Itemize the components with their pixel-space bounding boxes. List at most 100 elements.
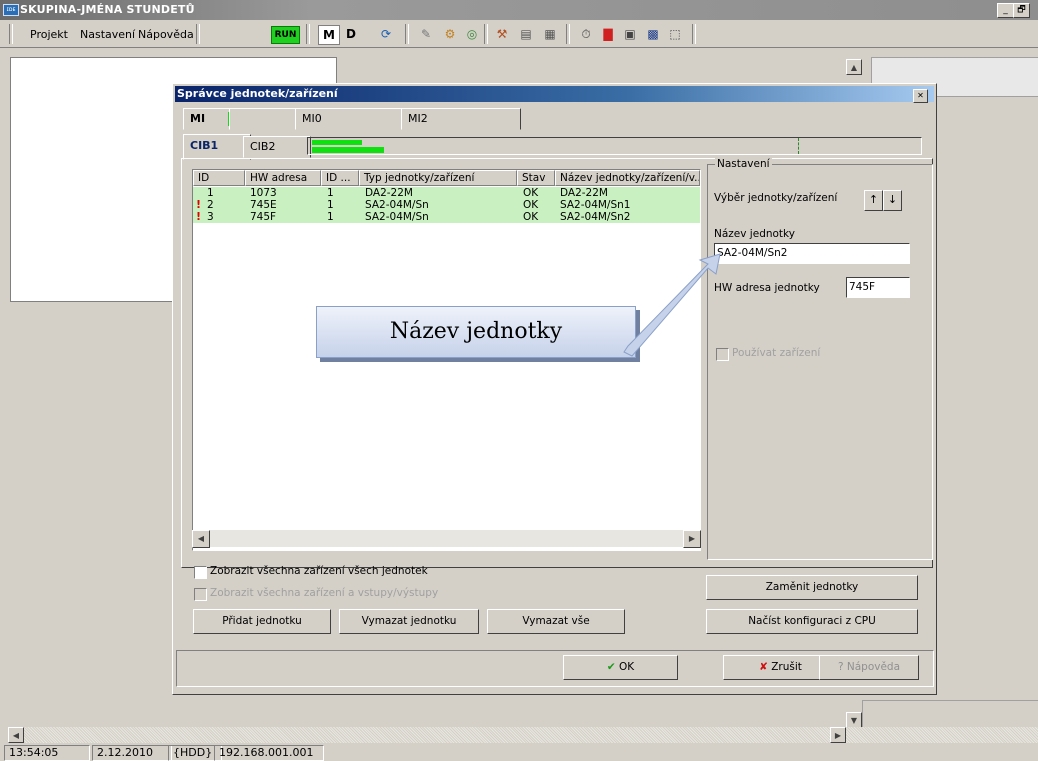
menu-projekt[interactable]: Projekt — [30, 28, 68, 41]
tab-mi2[interactable]: MI2 — [401, 108, 521, 130]
tab-empty[interactable] — [229, 108, 303, 130]
list-horizontal-scrollbar[interactable]: ◀ ▶ — [192, 530, 701, 548]
settings-legend: Nastavení — [715, 158, 772, 170]
show-all-io-label: Zobrazit všechna zařízení a vstupy/výstu… — [210, 587, 439, 599]
cell-name: DA2-22M — [560, 187, 608, 199]
tools-icon[interactable]: ⚒ — [492, 25, 512, 43]
arrow-down-icon[interactable]: ↓ — [883, 190, 902, 211]
callout-arrow — [623, 253, 721, 357]
separator — [484, 24, 488, 44]
menu-nastaveni[interactable]: Nastavení — [80, 28, 135, 41]
main-horizontal-scrollbar[interactable] — [8, 727, 1038, 743]
minimize-button[interactable]: _ — [997, 3, 1014, 18]
scroll-down-icon[interactable]: ▼ — [846, 712, 862, 728]
arrow-up-icon[interactable]: ↑ — [864, 190, 883, 211]
cell-hw: 745E — [250, 199, 277, 211]
chart-icon[interactable]: ▇ — [598, 25, 618, 43]
close-icon[interactable]: ✕ — [913, 89, 928, 103]
status-indicator — [312, 140, 362, 145]
cell-id: 1 — [207, 187, 214, 199]
scroll-right-icon[interactable]: ▶ — [683, 530, 701, 548]
cell-id2: 1 — [327, 199, 334, 211]
monitor-icon[interactable]: ▩ — [643, 25, 663, 43]
m-button[interactable]: M — [318, 25, 340, 45]
check-icon: ✔ — [606, 661, 616, 673]
refresh-icon[interactable]: ⟳ — [376, 25, 396, 43]
add-unit-button[interactable]: Přidat jednotku — [193, 609, 331, 634]
warning-icon: ! — [196, 210, 202, 223]
column-header-id[interactable]: ID — [193, 170, 245, 186]
show-all-devices-label: Zobrazit všechna zařízení všech jednotek — [210, 565, 428, 577]
delete-unit-button[interactable]: Vymazat jednotku — [339, 609, 479, 634]
cell-id: 3 — [207, 211, 214, 223]
cell-name: SA2-04M/Sn2 — [560, 211, 631, 223]
callout-text: Název jednotky — [389, 319, 563, 344]
unit-name-label: Název jednotky — [714, 228, 795, 240]
gear-icon[interactable]: ⚙ — [440, 25, 460, 43]
timer-icon[interactable]: ⏱ — [576, 25, 596, 43]
separator — [9, 24, 13, 44]
cell-id2: 1 — [327, 187, 334, 199]
column-header-type[interactable]: Typ jednotky/zařízení — [359, 170, 517, 186]
document-icon[interactable]: ▣ — [620, 25, 640, 43]
restore-button[interactable]: 🗗 — [1013, 3, 1030, 18]
menu-napoveda[interactable]: Nápověda — [138, 28, 194, 41]
scroll-right-icon[interactable]: ▶ — [830, 727, 846, 743]
show-all-io-checkbox[interactable] — [194, 588, 207, 601]
ok-button[interactable]: ✔ OK — [563, 655, 678, 680]
tab-cib2[interactable]: CIB2 — [243, 136, 311, 158]
scroll-up-icon[interactable]: ▲ — [846, 59, 862, 75]
callout-box: Název jednotky — [316, 306, 636, 358]
unit-manager-dialog: Správce jednotek/zařízení ✕ MI MI0 MI2 C… — [172, 83, 937, 695]
delete-all-button[interactable]: Vymazat vše — [487, 609, 625, 634]
dialog-title: Správce jednotek/zařízení ✕ — [175, 86, 934, 103]
unit-name-input[interactable]: SA2-04M/Sn2 — [714, 243, 910, 264]
d-button[interactable]: D — [341, 25, 361, 43]
table-icon[interactable]: ▤ — [516, 25, 536, 43]
cell-id2: 1 — [327, 211, 334, 223]
cell-id: 2 — [207, 199, 214, 211]
cell-hw: 745F — [250, 211, 277, 223]
cell-type: DA2-22M — [365, 187, 413, 199]
scroll-left-icon[interactable]: ◀ — [192, 530, 210, 548]
tab-mi0[interactable]: MI0 — [295, 108, 409, 130]
column-header-id2[interactable]: ID ... — [321, 170, 359, 186]
column-header-name[interactable]: Název jednotky/zařízení/v... — [555, 170, 700, 186]
column-header-hw[interactable]: HW adresa — [245, 170, 321, 186]
table-row[interactable]: ! 3 745F 1 SA2-04M/Sn OK SA2-04M/Sn2 — [193, 211, 700, 223]
callout-arrow-shape — [623, 253, 721, 357]
help-button[interactable]: ? Nápověda — [819, 655, 919, 680]
load-config-button[interactable]: Načíst konfiguraci z CPU — [706, 609, 918, 634]
cursor-icon[interactable]: ⬚ — [665, 25, 685, 43]
scroll-left-icon[interactable]: ◀ — [8, 727, 24, 743]
dialog-title-text: Správce jednotek/zařízení — [177, 87, 338, 100]
app-title-bar: ɪᴅᴇ SKUPINA-JMÉNA STUNDETŮ _ 🗗 — [0, 0, 1038, 20]
cancel-button-label: Zrušit — [771, 661, 802, 673]
separator — [196, 24, 200, 44]
cell-state: OK — [523, 187, 539, 199]
column-header-state[interactable]: Stav — [517, 170, 555, 186]
ok-button-label: OK — [619, 661, 635, 673]
swap-units-button[interactable]: Zaměnit jednotky — [706, 575, 918, 600]
separator — [405, 24, 409, 44]
cell-name: SA2-04M/Sn1 — [560, 199, 631, 211]
settings-group: Nastavení Výběr jednotky/zařízení ↑ ↓ Ná… — [707, 158, 933, 560]
menu-toolbar: Projekt Nastavení Nápověda RUN M D ⟳ ✎ ⚙… — [0, 20, 1038, 48]
app-title: SKUPINA-JMÉNA STUNDETŮ — [20, 3, 195, 16]
app-icon: ɪᴅᴇ — [3, 4, 19, 16]
grid-icon[interactable]: ▦ — [540, 25, 560, 43]
table-row[interactable]: ! 2 745E 1 SA2-04M/Sn OK SA2-04M/Sn1 — [193, 199, 700, 211]
tab-cib1[interactable]: CIB1 — [183, 134, 251, 160]
cross-icon: ✘ — [759, 661, 768, 673]
question-icon: ? — [837, 661, 844, 673]
cell-hw: 1073 — [250, 187, 277, 199]
cell-type: SA2-04M/Sn — [365, 199, 429, 211]
hw-address-input[interactable]: 745F — [846, 277, 910, 298]
unit-list[interactable]: ID HW adresa ID ... Typ jednotky/zařízen… — [192, 169, 701, 551]
run-button[interactable]: RUN — [271, 26, 300, 44]
cell-type: SA2-04M/Sn — [365, 211, 429, 223]
show-all-devices-checkbox[interactable] — [194, 566, 207, 579]
target-icon[interactable]: ◎ — [462, 25, 482, 43]
pencil-icon[interactable]: ✎ — [416, 25, 436, 43]
table-row[interactable]: 1 1073 1 DA2-22M OK DA2-22M — [193, 187, 700, 199]
